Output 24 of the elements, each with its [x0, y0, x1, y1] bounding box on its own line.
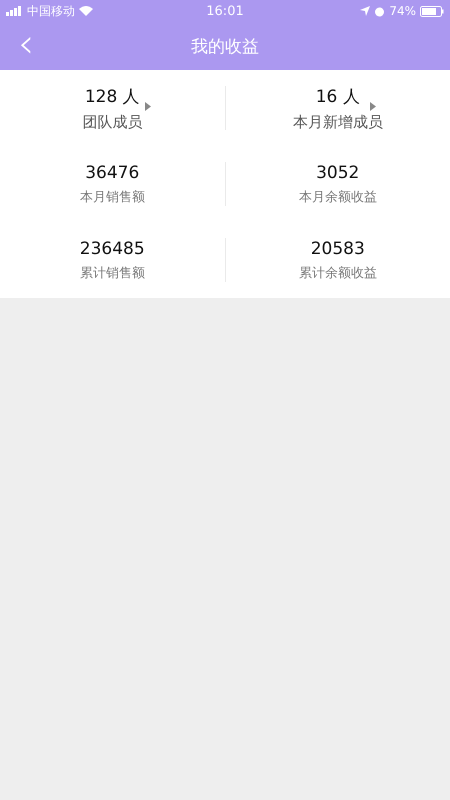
- stat-value: 20583: [310, 238, 365, 258]
- stat-value: 36476: [85, 162, 140, 182]
- stat-value: 16 人: [316, 86, 360, 108]
- clock-time: 16:01: [206, 4, 244, 18]
- wifi-icon: [79, 6, 93, 16]
- stat-link[interactable]: 16 人 本月新增成员: [226, 70, 450, 146]
- stat-label: 本月销售额: [80, 188, 145, 206]
- triangle-right-icon: [144, 102, 150, 111]
- signal-icon: [6, 6, 23, 16]
- stat-label: 团队成员: [82, 112, 142, 132]
- stat-link[interactable]: 128 人 团队成员: [0, 70, 224, 146]
- page-title: 我的收益: [191, 36, 259, 58]
- stat-value: 236485: [80, 238, 145, 258]
- stat-label: 本月余额收益: [298, 188, 377, 206]
- stat-label: 本月新增成员: [292, 112, 383, 132]
- battery-icon: [420, 6, 444, 16]
- stat-label: 累计余额收益: [298, 264, 377, 282]
- stat-value: 3052: [316, 162, 360, 182]
- stat-value: 128 人: [84, 86, 140, 108]
- battery-percent: 74%: [389, 4, 416, 18]
- triangle-right-icon: [370, 102, 376, 111]
- location-icon: [360, 6, 370, 16]
- stat-label: 累计销售额: [80, 264, 145, 282]
- carrier-name: 中国移动: [27, 2, 75, 20]
